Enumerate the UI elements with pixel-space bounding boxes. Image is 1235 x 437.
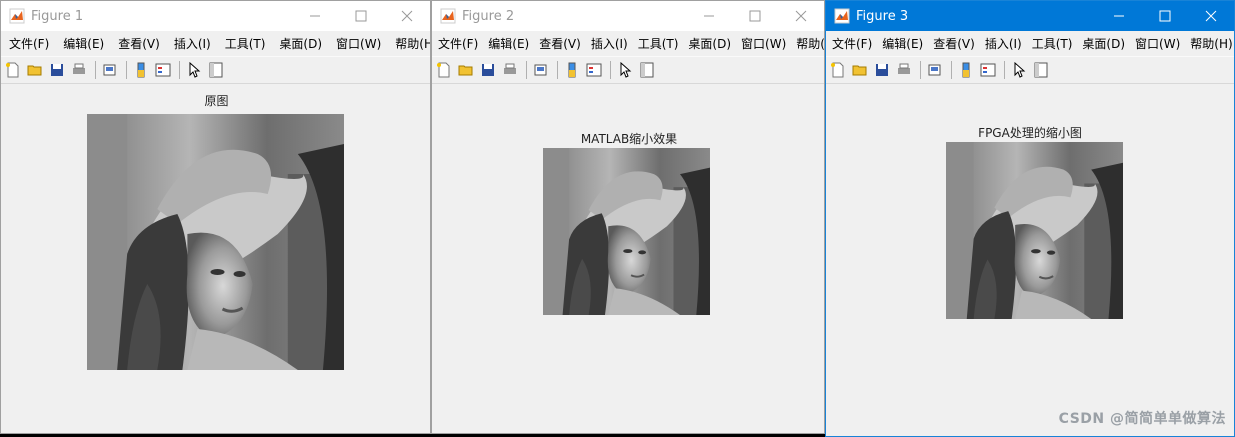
print-preview-icon[interactable] bbox=[531, 60, 551, 80]
menu-insert[interactable]: 插入(I) bbox=[585, 35, 632, 52]
menu-file[interactable]: 文件(F) bbox=[432, 35, 482, 52]
close-icon bbox=[401, 10, 413, 22]
menu-view[interactable]: 查看(V) bbox=[533, 35, 585, 52]
title-bar[interactable]: Figure 2 bbox=[432, 1, 824, 31]
menu-bar: 文件(F) 编辑(E) 查看(V) 插入(I) 工具(T) 桌面(D) 窗口(W… bbox=[1, 31, 430, 56]
print-preview-icon[interactable] bbox=[925, 60, 945, 80]
maximize-button[interactable] bbox=[732, 1, 778, 31]
legend-icon[interactable] bbox=[153, 60, 173, 80]
new-figure-icon[interactable] bbox=[434, 60, 454, 80]
menu-tools[interactable]: 工具(T) bbox=[217, 35, 272, 52]
title-bar[interactable]: Figure 1 bbox=[1, 1, 430, 31]
edit-plot-arrow-icon[interactable] bbox=[184, 60, 204, 80]
close-button[interactable] bbox=[1188, 1, 1234, 31]
maximize-icon bbox=[1159, 10, 1171, 22]
edit-plot-arrow-icon[interactable] bbox=[615, 60, 635, 80]
window-title: Figure 2 bbox=[462, 8, 515, 24]
maximize-icon bbox=[749, 10, 761, 22]
print-preview-icon[interactable] bbox=[100, 60, 120, 80]
print-icon[interactable] bbox=[500, 60, 520, 80]
colorbar-icon[interactable] bbox=[131, 60, 151, 80]
minimize-icon bbox=[704, 15, 714, 17]
matlab-logo-icon bbox=[9, 8, 25, 24]
title-bar[interactable]: Figure 3 bbox=[826, 1, 1234, 31]
edit-plot-arrow-icon[interactable] bbox=[1009, 60, 1029, 80]
figure-window-1: Figure 1 文件(F) 编辑(E) 查看(V) 插入(I) 工具(T) 桌… bbox=[0, 0, 431, 434]
minimize-button[interactable] bbox=[1096, 1, 1142, 31]
menu-view[interactable]: 查看(V) bbox=[110, 35, 166, 52]
save-icon[interactable] bbox=[47, 60, 67, 80]
menu-help[interactable]: 帮助(H) bbox=[790, 35, 824, 52]
property-inspector-icon[interactable] bbox=[206, 60, 226, 80]
property-inspector-icon[interactable] bbox=[1031, 60, 1051, 80]
print-icon[interactable] bbox=[894, 60, 914, 80]
close-icon bbox=[1205, 10, 1217, 22]
menu-window[interactable]: 窗口(W) bbox=[735, 35, 790, 52]
minimize-button[interactable] bbox=[686, 1, 732, 31]
axes-title: MATLAB缩小效果 bbox=[580, 132, 678, 146]
figure-window-3: Figure 3 文件(F) 编辑(E) 查看(V) 插入(I) 工具(T) 桌… bbox=[825, 0, 1235, 437]
new-figure-icon[interactable] bbox=[3, 60, 23, 80]
menu-view[interactable]: 查看(V) bbox=[927, 35, 979, 52]
menu-edit[interactable]: 编辑(E) bbox=[482, 35, 533, 52]
close-button[interactable] bbox=[778, 1, 824, 31]
colorbar-icon[interactable] bbox=[956, 60, 976, 80]
close-button[interactable] bbox=[384, 1, 430, 31]
open-file-icon[interactable] bbox=[850, 60, 870, 80]
menu-tools[interactable]: 工具(T) bbox=[632, 35, 683, 52]
menu-edit[interactable]: 编辑(E) bbox=[876, 35, 927, 52]
new-figure-icon[interactable] bbox=[828, 60, 848, 80]
open-file-icon[interactable] bbox=[25, 60, 45, 80]
menu-help[interactable]: 帮助(H) bbox=[1184, 35, 1234, 52]
image-fpga-downscaled bbox=[946, 142, 1123, 319]
menu-edit[interactable]: 编辑(E) bbox=[55, 35, 110, 52]
toolbar bbox=[826, 56, 1234, 84]
toolbar bbox=[432, 56, 824, 84]
minimize-button[interactable] bbox=[292, 1, 338, 31]
menu-insert[interactable]: 插入(I) bbox=[166, 35, 217, 52]
colorbar-icon[interactable] bbox=[562, 60, 582, 80]
axes-title: FPGA处理的缩小图 bbox=[978, 126, 1082, 140]
maximize-icon bbox=[355, 10, 367, 22]
image-matlab-downscaled bbox=[543, 148, 710, 315]
matlab-logo-icon bbox=[440, 8, 456, 24]
print-icon[interactable] bbox=[69, 60, 89, 80]
window-title: Figure 1 bbox=[31, 8, 84, 24]
menu-window[interactable]: 窗口(W) bbox=[328, 35, 387, 52]
matlab-logo-icon bbox=[834, 8, 850, 24]
menu-desktop[interactable]: 桌面(D) bbox=[682, 35, 735, 52]
watermark-text: CSDN @简简单单做算法 bbox=[1058, 411, 1226, 427]
legend-icon[interactable] bbox=[584, 60, 604, 80]
image-original bbox=[87, 114, 344, 370]
toolbar bbox=[1, 56, 430, 84]
open-file-icon[interactable] bbox=[456, 60, 476, 80]
menu-desktop[interactable]: 桌面(D) bbox=[1076, 35, 1129, 52]
menu-window[interactable]: 窗口(W) bbox=[1129, 35, 1184, 52]
legend-icon[interactable] bbox=[978, 60, 998, 80]
maximize-button[interactable] bbox=[1142, 1, 1188, 31]
save-icon[interactable] bbox=[872, 60, 892, 80]
menu-bar: 文件(F) 编辑(E) 查看(V) 插入(I) 工具(T) 桌面(D) 窗口(W… bbox=[432, 31, 824, 56]
window-title: Figure 3 bbox=[856, 8, 909, 24]
save-icon[interactable] bbox=[478, 60, 498, 80]
menu-file[interactable]: 文件(F) bbox=[1, 35, 55, 52]
minimize-icon bbox=[310, 15, 320, 17]
menu-help[interactable]: 帮助(H) bbox=[387, 35, 430, 52]
figure-window-2: Figure 2 文件(F) 编辑(E) 查看(V) 插入(I) 工具(T) 桌… bbox=[431, 0, 825, 434]
property-inspector-icon[interactable] bbox=[637, 60, 657, 80]
maximize-button[interactable] bbox=[338, 1, 384, 31]
axes-title: 原图 bbox=[204, 94, 229, 108]
menu-file[interactable]: 文件(F) bbox=[826, 35, 876, 52]
menu-tools[interactable]: 工具(T) bbox=[1026, 35, 1077, 52]
menu-desktop[interactable]: 桌面(D) bbox=[271, 35, 328, 52]
minimize-icon bbox=[1114, 15, 1124, 17]
close-icon bbox=[795, 10, 807, 22]
menu-bar: 文件(F) 编辑(E) 查看(V) 插入(I) 工具(T) 桌面(D) 窗口(W… bbox=[826, 31, 1234, 56]
menu-insert[interactable]: 插入(I) bbox=[979, 35, 1026, 52]
